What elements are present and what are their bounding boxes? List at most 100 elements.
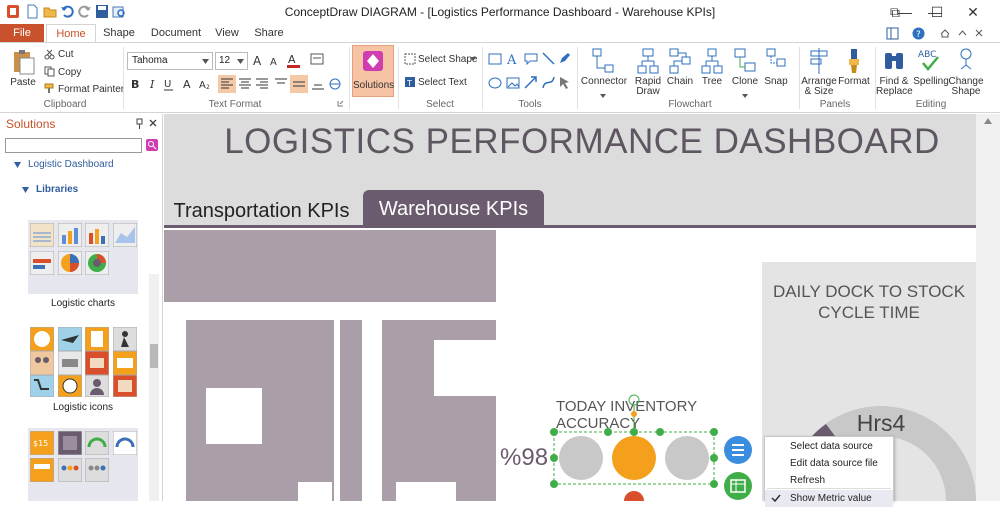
curve-tool-icon[interactable] bbox=[542, 76, 555, 89]
spelling-button[interactable]: Spelling bbox=[912, 77, 950, 87]
list-menu-icon[interactable] bbox=[724, 436, 752, 464]
close-document-icon[interactable] bbox=[975, 29, 983, 37]
chevron-down-icon[interactable] bbox=[470, 57, 476, 61]
find-replace-button[interactable]: Find & Replace bbox=[876, 77, 913, 97]
chain-button[interactable]: Chain bbox=[664, 77, 696, 87]
snap-button[interactable]: Snap bbox=[760, 77, 792, 87]
panel-scrollbar[interactable] bbox=[149, 274, 159, 501]
align-bottom-icon[interactable] bbox=[311, 77, 325, 91]
save-icon[interactable] bbox=[95, 4, 109, 19]
pointer-tool-icon[interactable] bbox=[558, 76, 571, 89]
cut-button[interactable]: Cut bbox=[58, 49, 74, 60]
library-thumbnail-logistic-charts[interactable] bbox=[28, 220, 138, 294]
chain-icon[interactable] bbox=[669, 47, 691, 75]
scroll-up-icon[interactable] bbox=[984, 118, 992, 124]
format-brush-icon[interactable] bbox=[843, 47, 865, 75]
tree-button[interactable]: Tree bbox=[696, 77, 728, 87]
connector-button[interactable]: Connector bbox=[580, 77, 628, 87]
binoculars-icon[interactable] bbox=[882, 47, 906, 75]
library-thumbnail-logistic-indicators[interactable]: $15 bbox=[28, 428, 138, 501]
align-left-icon[interactable] bbox=[218, 75, 236, 93]
ellipse-tool-icon[interactable] bbox=[488, 77, 502, 89]
text-tool-icon[interactable]: A bbox=[506, 52, 520, 66]
chevron-down-icon[interactable] bbox=[600, 94, 606, 98]
uppercase-icon[interactable]: A bbox=[182, 77, 194, 91]
bold-icon[interactable]: B bbox=[130, 77, 142, 91]
collapse-ribbon-icon[interactable] bbox=[958, 30, 967, 36]
help-icon[interactable]: ? bbox=[912, 27, 925, 40]
font-size-select[interactable]: 12 bbox=[215, 52, 248, 70]
format-painter-icon[interactable] bbox=[44, 83, 55, 94]
tab-file[interactable]: File bbox=[0, 24, 44, 42]
minimize-window-button[interactable]: — bbox=[890, 2, 920, 22]
font-family-select[interactable]: Tahoma bbox=[127, 52, 213, 70]
library-thumbnail-logistic-icons[interactable] bbox=[28, 324, 138, 400]
tab-home[interactable]: Home bbox=[46, 24, 96, 42]
tree-icon[interactable] bbox=[701, 47, 723, 75]
menu-item-refresh[interactable]: Refresh bbox=[765, 472, 893, 489]
tree-collapse-icon[interactable] bbox=[22, 187, 29, 193]
chevron-down-icon[interactable] bbox=[742, 94, 748, 98]
warehouse-layout-diagram[interactable] bbox=[164, 230, 496, 501]
connector-icon[interactable] bbox=[591, 47, 615, 75]
image-tool-icon[interactable] bbox=[506, 77, 520, 89]
select-text-icon[interactable]: T bbox=[404, 76, 416, 88]
undo-icon[interactable] bbox=[60, 4, 74, 19]
menu-item-select-data-source[interactable]: Select data source bbox=[765, 438, 893, 455]
solutions-search-input[interactable] bbox=[5, 138, 142, 153]
tab-shape[interactable]: Shape bbox=[100, 24, 138, 42]
paste-button[interactable]: Paste bbox=[8, 78, 38, 88]
change-shape-icon[interactable] bbox=[955, 47, 977, 75]
close-panel-icon[interactable] bbox=[149, 119, 157, 127]
cut-icon[interactable] bbox=[44, 49, 55, 60]
arrow-tool-icon[interactable] bbox=[524, 76, 537, 89]
tab-share[interactable]: Share bbox=[252, 24, 286, 42]
align-middle-icon[interactable] bbox=[290, 75, 308, 93]
tab-view[interactable]: View bbox=[210, 24, 244, 42]
rapid-draw-icon[interactable] bbox=[637, 47, 659, 75]
select-text-button[interactable]: Select Text bbox=[418, 77, 467, 88]
align-center-icon[interactable] bbox=[238, 77, 252, 91]
search-icon[interactable] bbox=[146, 139, 158, 151]
redo-icon[interactable] bbox=[78, 4, 92, 19]
copy-button[interactable]: Copy bbox=[58, 67, 81, 78]
font-color-icon[interactable]: A bbox=[287, 52, 301, 68]
callout-tool-icon[interactable] bbox=[524, 53, 538, 65]
new-document-icon[interactable] bbox=[25, 4, 39, 19]
maximize-window-button[interactable]: ☐ bbox=[922, 2, 952, 22]
canvas-scrollbar[interactable] bbox=[976, 114, 1000, 501]
panel-scrollbar-thumb[interactable] bbox=[150, 344, 158, 368]
line-tool-icon[interactable] bbox=[542, 52, 555, 65]
select-shape-icon[interactable] bbox=[404, 53, 416, 65]
change-shape-button[interactable]: Change Shape bbox=[946, 77, 986, 97]
paste-icon[interactable] bbox=[10, 48, 36, 76]
text-box-icon[interactable] bbox=[310, 53, 324, 65]
italic-icon[interactable]: I bbox=[147, 77, 159, 91]
format-painter-button[interactable]: Format Painter bbox=[58, 84, 124, 95]
grow-font-icon[interactable]: A bbox=[253, 53, 267, 67]
tree-collapse-icon[interactable] bbox=[14, 162, 21, 168]
underline-icon[interactable]: U bbox=[163, 77, 175, 91]
arrange-size-button[interactable]: Arrange & Size bbox=[800, 77, 838, 97]
rectangle-tool-icon[interactable] bbox=[488, 53, 502, 65]
print-preview-icon[interactable] bbox=[112, 4, 126, 19]
pen-tool-icon[interactable] bbox=[558, 52, 571, 65]
align-top-icon[interactable] bbox=[274, 77, 288, 91]
tab-warehouse-kpis[interactable]: Warehouse KPIs bbox=[363, 190, 544, 226]
tab-document[interactable]: Document bbox=[148, 24, 204, 42]
spelling-icon[interactable]: ABC bbox=[918, 47, 942, 75]
format-button[interactable]: Format bbox=[836, 77, 872, 87]
close-window-button[interactable]: ✕ bbox=[958, 2, 988, 22]
menu-item-show-metric-value[interactable]: Show Metric value bbox=[765, 490, 893, 507]
home-icon[interactable] bbox=[940, 29, 950, 38]
dialog-launcher-icon[interactable] bbox=[337, 100, 344, 107]
shrink-font-icon[interactable]: A bbox=[270, 55, 282, 67]
open-folder-icon[interactable] bbox=[43, 4, 57, 19]
text-size-icon[interactable]: A2 bbox=[199, 77, 213, 91]
arrange-size-icon[interactable] bbox=[808, 47, 830, 75]
tab-transportation-kpis[interactable]: Transportation KPIs bbox=[164, 196, 359, 226]
clone-button[interactable]: Clone bbox=[729, 77, 761, 87]
tree-item-libraries[interactable]: Libraries bbox=[36, 184, 78, 195]
snap-icon[interactable] bbox=[765, 47, 787, 75]
pin-icon[interactable] bbox=[135, 118, 144, 129]
